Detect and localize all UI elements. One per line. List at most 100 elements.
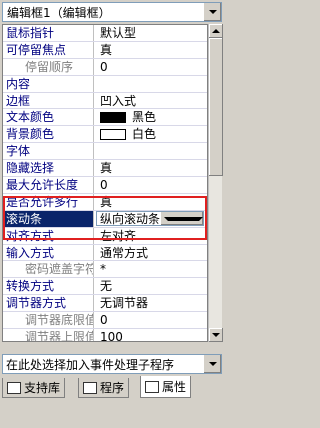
color-swatch — [100, 128, 126, 140]
property-name: 调节器上限值 — [3, 329, 94, 341]
property-value-text: 真 — [100, 42, 113, 57]
property-row[interactable]: 调节器方式 无调节器 — [3, 295, 207, 313]
scroll-thumb[interactable] — [209, 38, 223, 176]
property-value-text: 无调节器 — [100, 296, 149, 311]
property-value[interactable]: 默认型 — [94, 25, 207, 41]
property-value[interactable]: 真 — [94, 194, 207, 210]
property-value[interactable]: 0 — [94, 177, 207, 193]
property-value[interactable]: 100 — [94, 329, 207, 342]
property-value[interactable]: 白色 — [94, 126, 207, 142]
property-name: 鼠标指针 — [3, 25, 94, 41]
property-value-text: 纵向滚动条 — [100, 211, 161, 226]
property-row[interactable]: 最大允许长度 0 — [3, 177, 207, 194]
property-value[interactable]: 黑色 — [94, 109, 207, 125]
library-icon — [7, 381, 21, 394]
property-row[interactable]: 停留顺序 0 — [3, 58, 207, 76]
property-name: 调节器方式 — [3, 295, 94, 312]
event-selector-value: 在此处选择加入事件处理子程序 — [6, 357, 175, 372]
property-name: 背景颜色 — [3, 126, 94, 143]
property-value[interactable] — [94, 76, 207, 92]
tab-label: 支持库 — [24, 381, 61, 395]
property-value-text: 0 — [100, 313, 108, 328]
property-name: 内容 — [3, 75, 94, 92]
property-value[interactable]: 无 — [94, 278, 207, 294]
property-value[interactable]: 通常方式 — [94, 245, 207, 261]
property-value-text: 100 — [100, 329, 123, 342]
properties-icon — [145, 380, 159, 393]
property-row[interactable]: 可停留焦点真 — [3, 41, 207, 59]
property-row[interactable]: 背景颜色 白色 — [3, 126, 207, 144]
property-value[interactable]: 0 — [94, 312, 207, 328]
property-value-text: 通常方式 — [100, 245, 149, 260]
property-grid: 鼠标指针 默认型 可停留焦点真停留顺序 0 内容 边框 凹入式 文本颜色 黑色 背景颜色 白色 字体隐… — [2, 24, 208, 342]
property-value-text: 0 — [100, 59, 108, 74]
property-value-text: 真 — [100, 194, 113, 209]
property-value-text: 凹入式 — [100, 93, 137, 108]
chevron-down-icon — [208, 10, 217, 14]
property-value[interactable]: 左对齐 — [94, 228, 207, 244]
property-name: 输入方式 — [3, 244, 94, 261]
property-row[interactable]: 边框 凹入式 — [3, 92, 207, 110]
property-row[interactable]: 内容 — [3, 75, 207, 93]
property-row[interactable]: 鼠标指针 默认型 — [3, 25, 207, 42]
dropdown-button[interactable] — [160, 212, 203, 226]
property-row[interactable]: 转换方式无 — [3, 278, 207, 296]
chevron-up-icon — [212, 29, 220, 33]
property-name: 隐藏选择 — [3, 160, 94, 177]
scroll-up-button[interactable] — [209, 24, 223, 38]
property-value-dropdown[interactable]: 纵向滚动条 — [96, 211, 204, 227]
property-name: 调节器底限值 — [3, 312, 94, 329]
property-row[interactable]: 字体 — [3, 143, 207, 161]
property-name: 对齐方式 — [3, 227, 94, 244]
property-name: 滚动条 — [3, 210, 94, 227]
event-selector[interactable]: 在此处选择加入事件处理子程序 — [2, 354, 222, 374]
property-row[interactable]: 调节器上限值 100 — [3, 329, 207, 342]
chevron-down-icon — [164, 216, 203, 221]
property-value[interactable] — [94, 143, 207, 159]
property-row[interactable]: 滚动条 纵向滚动条 — [3, 210, 207, 228]
property-row[interactable]: 隐藏选择真 — [3, 160, 207, 178]
property-name: 文本颜色 — [3, 109, 94, 126]
property-row[interactable]: 调节器底限值 0 — [3, 312, 207, 330]
property-value[interactable]: 无调节器 — [94, 295, 207, 311]
property-name: 停留顺序 — [3, 58, 94, 75]
property-name: 最大允许长度 — [3, 177, 94, 193]
property-value-text: 默认型 — [100, 25, 137, 40]
tab-properties[interactable]: 属性 — [140, 376, 192, 398]
tab-program[interactable]: 程序 — [78, 378, 130, 398]
property-row[interactable]: 文本颜色 黑色 — [3, 109, 207, 127]
property-value-text: 左对齐 — [100, 228, 137, 243]
property-value[interactable]: 纵向滚动条 — [94, 211, 207, 227]
property-row[interactable]: 输入方式 通常方式 — [3, 244, 207, 262]
property-name: 字体 — [3, 143, 94, 160]
color-swatch — [100, 111, 126, 123]
property-value[interactable]: 凹入式 — [94, 93, 207, 109]
property-name: 可停留焦点 — [3, 41, 94, 58]
panel-tabs: 支持库 程序 属性 — [0, 376, 224, 428]
property-value-text: 0 — [100, 177, 108, 192]
property-name: 边框 — [3, 92, 94, 109]
property-value-text: 无 — [100, 279, 113, 294]
property-value-text: 白色 — [132, 127, 157, 142]
property-value[interactable]: 0 — [94, 59, 207, 75]
tab-label: 属性 — [162, 380, 187, 394]
object-selector-dropdown-button[interactable] — [203, 3, 221, 21]
tab-label: 程序 — [100, 381, 125, 395]
property-name: 转换方式 — [3, 278, 94, 295]
property-value[interactable]: * — [94, 261, 207, 277]
property-value-text: * — [100, 262, 106, 277]
property-value[interactable]: 真 — [94, 160, 207, 176]
property-value[interactable]: 真 — [94, 42, 207, 58]
property-grid-scrollbar[interactable] — [208, 24, 223, 342]
chevron-down-icon — [208, 362, 217, 366]
object-selector[interactable]: 编辑框1（编辑框） — [2, 2, 222, 22]
property-row[interactable]: 是否允许多行真 — [3, 193, 207, 211]
property-row[interactable]: 密码遮盖字符 * — [3, 261, 207, 279]
chevron-down-icon — [212, 333, 220, 337]
event-selector-dropdown-button[interactable] — [203, 355, 221, 373]
property-value-text: 真 — [100, 161, 113, 176]
scroll-down-button[interactable] — [209, 328, 223, 342]
property-row[interactable]: 对齐方式 左对齐 — [3, 227, 207, 245]
property-name: 是否允许多行 — [3, 193, 94, 210]
tab-support-library[interactable]: 支持库 — [2, 378, 66, 398]
